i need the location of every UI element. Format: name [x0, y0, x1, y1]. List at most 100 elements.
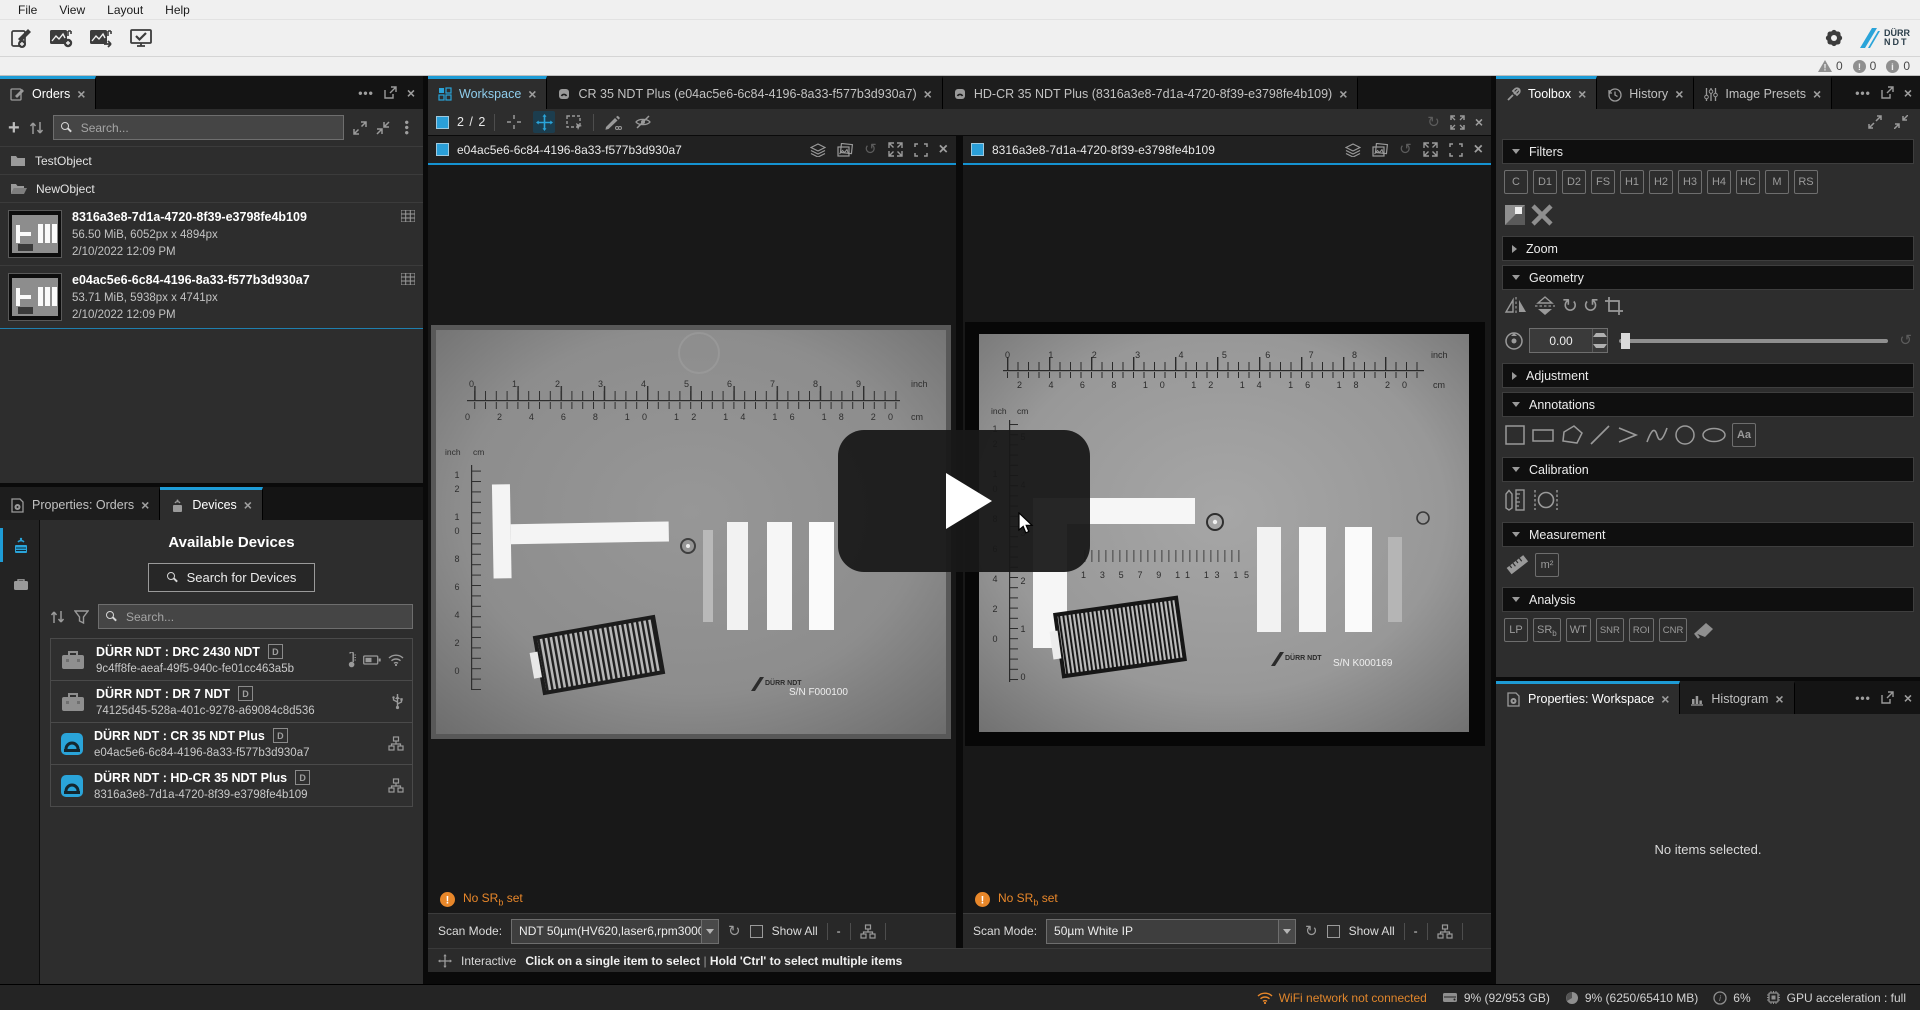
layers-icon[interactable]: [1345, 143, 1361, 157]
layers-icon[interactable]: [810, 143, 826, 157]
filter-hc-button[interactable]: HC: [1736, 170, 1760, 194]
gpu-status[interactable]: GPU acceleration : full: [1766, 990, 1906, 1005]
folder-row-testobject[interactable]: TestObject: [0, 147, 423, 175]
select-rect-tool-icon[interactable]: [563, 111, 585, 133]
search-for-devices-button[interactable]: Search for Devices: [148, 563, 316, 592]
filter-h4-button[interactable]: H4: [1707, 170, 1731, 194]
refresh-scan-icon[interactable]: ↻: [728, 924, 741, 939]
flip-vertical-icon[interactable]: [1533, 296, 1557, 316]
expand-icon[interactable]: [1423, 142, 1438, 157]
section-measurement[interactable]: Measurement: [1502, 522, 1914, 547]
tab-properties-orders[interactable]: Properties: Orders ×: [0, 487, 160, 520]
popout-icon[interactable]: [1881, 86, 1894, 99]
close-icon[interactable]: ×: [1474, 142, 1483, 158]
section-zoom[interactable]: Zoom: [1502, 236, 1914, 261]
roi-button[interactable]: ROI: [1629, 618, 1654, 642]
circle-annotation-icon[interactable]: [1674, 424, 1696, 446]
filter-c-button[interactable]: C: [1504, 170, 1528, 194]
section-calibration[interactable]: Calibration: [1502, 457, 1914, 482]
new-order-icon[interactable]: [10, 27, 34, 49]
folder-row-newobject[interactable]: NewObject: [0, 175, 423, 203]
filter-h2-button[interactable]: H2: [1649, 170, 1673, 194]
close-icon[interactable]: ×: [77, 87, 85, 101]
wifi-status[interactable]: WiFi network not connected: [1257, 991, 1427, 1005]
expand-all-icon[interactable]: [353, 121, 367, 135]
close-icon[interactable]: ×: [1675, 87, 1683, 101]
tab-cr35[interactable]: CR 35 NDT Plus (e04ac5e6-6c84-4196-8a33-…: [547, 76, 942, 109]
sort-icon[interactable]: [50, 609, 65, 625]
annotate-pen-icon[interactable]: [602, 111, 624, 133]
order-item[interactable]: 8316a3e8-7d1a-4720-8f39-e3798fe4b109 56.…: [0, 203, 423, 266]
tab-orders[interactable]: Orders ×: [0, 76, 96, 109]
viewer-select-icon[interactable]: [971, 143, 984, 156]
section-analysis[interactable]: Analysis: [1502, 587, 1914, 612]
close-icon[interactable]: ×: [939, 142, 948, 158]
device-check-icon[interactable]: [128, 27, 154, 49]
rectangle-annotation-icon[interactable]: [1531, 424, 1555, 446]
grid-view-icon[interactable]: [401, 210, 415, 258]
filter-h1-button[interactable]: H1: [1620, 170, 1644, 194]
settings-gear-icon[interactable]: [1823, 27, 1845, 49]
network-icon[interactable]: [1437, 924, 1453, 939]
rotate-angle-icon[interactable]: [1504, 331, 1524, 351]
popout-icon[interactable]: [384, 86, 397, 99]
close-icon[interactable]: ×: [407, 86, 415, 100]
show-all-checkbox[interactable]: [750, 925, 763, 938]
error-counter[interactable]: ! 0: [1853, 59, 1877, 73]
show-all-checkbox[interactable]: [1327, 925, 1340, 938]
close-icon[interactable]: ×: [1904, 86, 1912, 100]
popout-icon[interactable]: [1881, 691, 1894, 704]
add-order-icon[interactable]: +: [8, 118, 20, 138]
disk-usage[interactable]: 9% (92/953 GB): [1442, 991, 1550, 1005]
refresh-scan-icon[interactable]: ↻: [1305, 924, 1318, 939]
filter-remove-icon[interactable]: [1531, 204, 1553, 226]
profile-stamp-icon[interactable]: [1692, 619, 1716, 641]
tab-workspace[interactable]: Workspace ×: [428, 76, 547, 109]
tab-properties-workspace[interactable]: Properties: Workspace ×: [1496, 681, 1680, 714]
viewer-left-header[interactable]: e04ac5e6-6c84-4196-8a33-f577b3d930a7 ↺ ×: [428, 136, 956, 165]
close-icon[interactable]: ×: [1904, 691, 1912, 705]
tab-histogram[interactable]: Histogram ×: [1680, 681, 1794, 714]
orders-search-input[interactable]: [53, 115, 345, 140]
area-measure-button[interactable]: m²: [1535, 553, 1559, 577]
export-image-icon[interactable]: [88, 27, 114, 49]
cpu-usage[interactable]: i 6%: [1713, 991, 1750, 1005]
image-stack-icon[interactable]: [837, 143, 853, 157]
curve-annotation-icon[interactable]: [1645, 424, 1669, 446]
close-icon[interactable]: ×: [1813, 87, 1821, 101]
filter-h3-button[interactable]: H3: [1678, 170, 1702, 194]
rail-detector-tab[interactable]: [0, 568, 39, 602]
device-row[interactable]: DÜRR NDT : HD-CR 35 NDT PlusD 8316a3e8-7…: [50, 764, 413, 807]
filter-invert-icon[interactable]: [1504, 204, 1526, 226]
slider-handle[interactable]: [1621, 333, 1630, 349]
spin-down-icon[interactable]: [1593, 341, 1607, 353]
info-counter[interactable]: i 0: [1886, 59, 1910, 73]
fullscreen-icon[interactable]: [914, 143, 928, 157]
rotation-spinner[interactable]: 0.00: [1529, 328, 1608, 353]
warning-counter[interactable]: ! 0: [1818, 59, 1843, 73]
filter-rs-button[interactable]: RS: [1794, 170, 1818, 194]
close-icon[interactable]: ×: [528, 87, 536, 101]
device-row[interactable]: DÜRR NDT : CR 35 NDT PlusD e04ac5e6-6c84…: [50, 722, 413, 765]
chevron-down-icon[interactable]: [701, 920, 718, 943]
viewer-right-header[interactable]: 8316a3e8-7d1a-4720-8f39-e3798fe4b109 ↺ ×: [963, 136, 1491, 165]
viewer-select-icon[interactable]: [436, 143, 449, 156]
expand-icon[interactable]: [888, 142, 903, 157]
import-image-icon[interactable]: [48, 27, 74, 49]
section-geometry[interactable]: Geometry: [1502, 265, 1914, 290]
section-annotations[interactable]: Annotations: [1502, 392, 1914, 417]
devices-search-input[interactable]: [98, 604, 413, 629]
wt-button[interactable]: WT: [1566, 618, 1591, 642]
filter-d1-button[interactable]: D1: [1533, 170, 1557, 194]
collapse-sections-icon[interactable]: [1894, 115, 1908, 129]
scan-mode-dropdown[interactable]: 50µm White IP: [1046, 919, 1296, 944]
crop-icon[interactable]: [1604, 296, 1624, 316]
sort-icon[interactable]: [29, 120, 44, 136]
calibrate-length-icon[interactable]: [1504, 488, 1528, 512]
filter-d2-button[interactable]: D2: [1562, 170, 1586, 194]
rotate-ccw-icon[interactable]: ↺: [1583, 297, 1599, 316]
close-icon[interactable]: ×: [1475, 115, 1483, 129]
tab-image-presets[interactable]: Image Presets ×: [1694, 76, 1832, 109]
tab-devices[interactable]: Devices ×: [160, 487, 263, 520]
tab-history[interactable]: History ×: [1597, 76, 1694, 109]
